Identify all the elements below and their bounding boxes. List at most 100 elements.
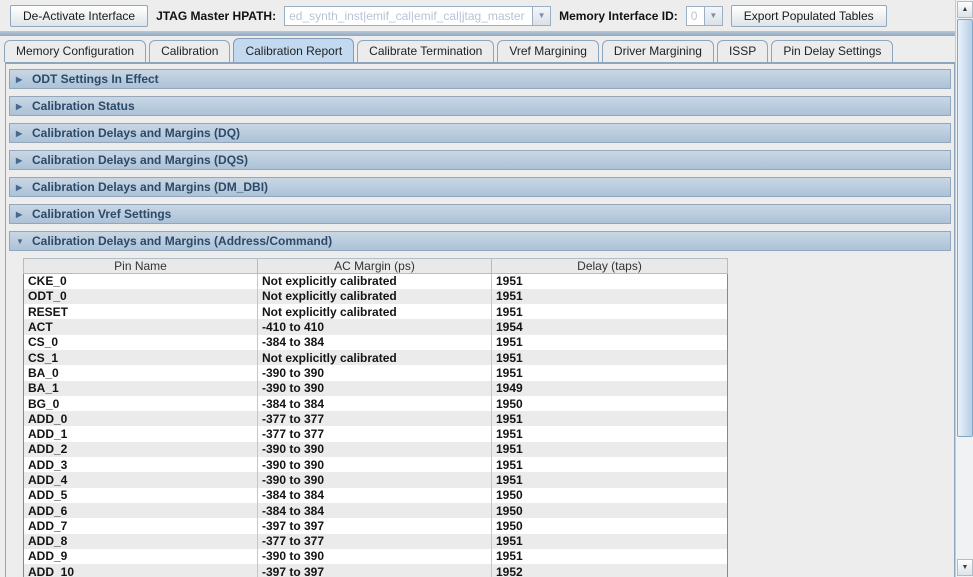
tab-driver-margining[interactable]: Driver Margining (602, 40, 714, 62)
pin-name-cell: BG_0 (24, 396, 258, 411)
table-row[interactable]: ADD_10-397 to 3971952 (24, 564, 728, 577)
table-row[interactable]: CKE_0Not explicitly calibrated1951 (24, 274, 728, 289)
chevron-right-icon: ▶ (16, 183, 25, 192)
table-row[interactable]: ACT-410 to 4101954 (24, 319, 728, 334)
section-header-calibration-vref-settings[interactable]: ▶ Calibration Vref Settings (9, 204, 951, 224)
ac-margin-cell: -390 to 390 (258, 472, 492, 487)
chevron-down-icon[interactable]: ▼ (704, 6, 723, 26)
section-header-calibration-delays-and-margins-dm-dbi[interactable]: ▶ Calibration Delays and Margins (DM_DBI) (9, 177, 951, 197)
section-title: Calibration Delays and Margins (Address/… (32, 234, 332, 248)
pin-name-cell: ACT (24, 319, 258, 334)
pin-name-cell: CS_1 (24, 350, 258, 365)
delay-cell: 1951 (492, 365, 728, 380)
table-row[interactable]: ADD_4-390 to 3901951 (24, 472, 728, 487)
ac-margin-cell: Not explicitly calibrated (258, 304, 492, 319)
arrow-up-icon: ▲ (962, 6, 969, 13)
delay-cell: 1951 (492, 350, 728, 365)
tab-issp[interactable]: ISSP (717, 40, 768, 62)
pin-name-cell: ADD_0 (24, 411, 258, 426)
deactivate-interface-button[interactable]: De-Activate Interface (10, 5, 148, 27)
table-row[interactable]: ADD_0-377 to 3771951 (24, 411, 728, 426)
delay-cell: 1952 (492, 564, 728, 577)
ac-margin-cell: -397 to 397 (258, 518, 492, 533)
delay-cell: 1950 (492, 396, 728, 411)
section-header-calibration-status[interactable]: ▶Calibration Status (9, 96, 951, 116)
scrollbar-thumb[interactable] (957, 19, 973, 437)
section-title: ODT Settings In Effect (32, 72, 159, 86)
delay-cell: 1951 (492, 335, 728, 350)
pin-name-cell: ADD_8 (24, 534, 258, 549)
pin-name-cell: ADD_2 (24, 442, 258, 457)
section-header-odt-settings-in-effect[interactable]: ▶ ODT Settings In Effect (9, 69, 951, 89)
delay-cell: 1951 (492, 274, 728, 289)
pin-name-cell: CKE_0 (24, 274, 258, 289)
column-header-pin-name: Pin Name (24, 259, 258, 274)
delay-cell: 1951 (492, 289, 728, 304)
delay-cell: 1951 (492, 411, 728, 426)
scroll-down-button[interactable]: ▼ (957, 559, 973, 576)
table-row[interactable]: ADD_3-390 to 3901951 (24, 457, 728, 472)
delay-cell: 1951 (492, 549, 728, 564)
chevron-right-icon: ▶ (16, 210, 25, 219)
table-row[interactable]: ADD_2-390 to 3901951 (24, 442, 728, 457)
table-row[interactable]: BG_0-384 to 3841950 (24, 396, 728, 411)
ac-margin-cell: -377 to 377 (258, 426, 492, 441)
ac-margin-cell: Not explicitly calibrated (258, 274, 492, 289)
table-row[interactable]: CS_1Not explicitly calibrated1951 (24, 350, 728, 365)
section-title: Calibration Vref Settings (32, 207, 171, 221)
table-row[interactable]: ODT_0Not explicitly calibrated1951 (24, 289, 728, 304)
pin-name-cell: ADD_5 (24, 488, 258, 503)
scroll-up-button[interactable]: ▲ (957, 1, 973, 18)
table-header-row: Pin NameAC Margin (ps)Delay (taps) (24, 259, 728, 274)
table-row[interactable]: BA_1-390 to 3901949 (24, 381, 728, 396)
delay-cell: 1949 (492, 381, 728, 396)
ac-margin-cell: Not explicitly calibrated (258, 289, 492, 304)
tab-calibrate-termination[interactable]: Calibrate Termination (357, 40, 494, 62)
table-row[interactable]: ADD_6-384 to 3841950 (24, 503, 728, 518)
tab-pin-delay-settings[interactable]: Pin Delay Settings (771, 40, 893, 62)
pin-name-cell: ADD_7 (24, 518, 258, 533)
delay-cell: 1950 (492, 503, 728, 518)
chevron-right-icon: ▶ (16, 75, 25, 84)
ac-margin-cell: -390 to 390 (258, 365, 492, 380)
table-row[interactable]: ADD_9-390 to 3901951 (24, 549, 728, 564)
ac-margin-cell: -390 to 390 (258, 442, 492, 457)
table-row[interactable]: ADD_8-377 to 3771951 (24, 534, 728, 549)
sections: ▶ ODT Settings In Effect ▶Calibration Stat… (9, 69, 951, 251)
pin-name-cell: ADD_10 (24, 564, 258, 577)
pin-name-cell: BA_1 (24, 381, 258, 396)
jtag-hpath-value: ed_synth_inst|emif_cal|emif_cal|jtag_mas… (284, 6, 532, 26)
table-row[interactable]: RESETNot explicitly calibrated1951 (24, 304, 728, 319)
delay-cell: 1951 (492, 534, 728, 549)
ac-margin-cell: -384 to 384 (258, 503, 492, 518)
tab-bar: Memory ConfigurationCalibrationCalibrati… (4, 40, 893, 62)
ac-margin-cell: -410 to 410 (258, 319, 492, 334)
table-row[interactable]: ADD_7-397 to 3971950 (24, 518, 728, 533)
pin-name-cell: ADD_4 (24, 472, 258, 487)
delay-cell: 1951 (492, 442, 728, 457)
export-populated-tables-button[interactable]: Export Populated Tables (731, 5, 887, 27)
memory-interface-id-combobox[interactable]: 0 ▼ (686, 6, 723, 26)
section-title: Calibration Delays and Margins (DM_DBI) (32, 180, 268, 194)
table-row[interactable]: ADD_1-377 to 3771951 (24, 426, 728, 441)
section-title: Calibration Delays and Margins (DQS) (32, 153, 248, 167)
tab-calibration[interactable]: Calibration (149, 40, 230, 62)
tab-vref-margining[interactable]: Vref Margining (497, 40, 599, 62)
chevron-down-icon[interactable]: ▼ (532, 6, 551, 26)
table-row[interactable]: BA_0-390 to 3901951 (24, 365, 728, 380)
tab-memory-configuration[interactable]: Memory Configuration (4, 40, 146, 62)
jtag-hpath-combobox[interactable]: ed_synth_inst|emif_cal|emif_cal|jtag_mas… (284, 6, 551, 26)
section-header-calibration-delays-and-margins-address-command[interactable]: ▼Calibration Delays and Margins (Address… (9, 231, 951, 251)
table-row[interactable]: ADD_5-384 to 3841950 (24, 488, 728, 503)
vertical-scrollbar[interactable]: ▲ ▼ (955, 0, 973, 577)
ac-margin-cell: Not explicitly calibrated (258, 350, 492, 365)
table-row[interactable]: CS_0-384 to 3841951 (24, 335, 728, 350)
tab-calibration-report[interactable]: Calibration Report (233, 38, 354, 62)
memory-interface-id-label: Memory Interface ID: (559, 9, 678, 23)
delay-cell: 1950 (492, 518, 728, 533)
section-header-calibration-delays-and-margins-dq[interactable]: ▶Calibration Delays and Margins (DQ) (9, 123, 951, 143)
section-header-calibration-delays-and-margins-dqs[interactable]: ▶ Calibration Delays and Margins (DQS) (9, 150, 951, 170)
delay-cell: 1951 (492, 472, 728, 487)
chevron-right-icon: ▶ (16, 156, 25, 165)
address-command-margins-table: Pin NameAC Margin (ps)Delay (taps)CKE_0N… (23, 258, 728, 577)
